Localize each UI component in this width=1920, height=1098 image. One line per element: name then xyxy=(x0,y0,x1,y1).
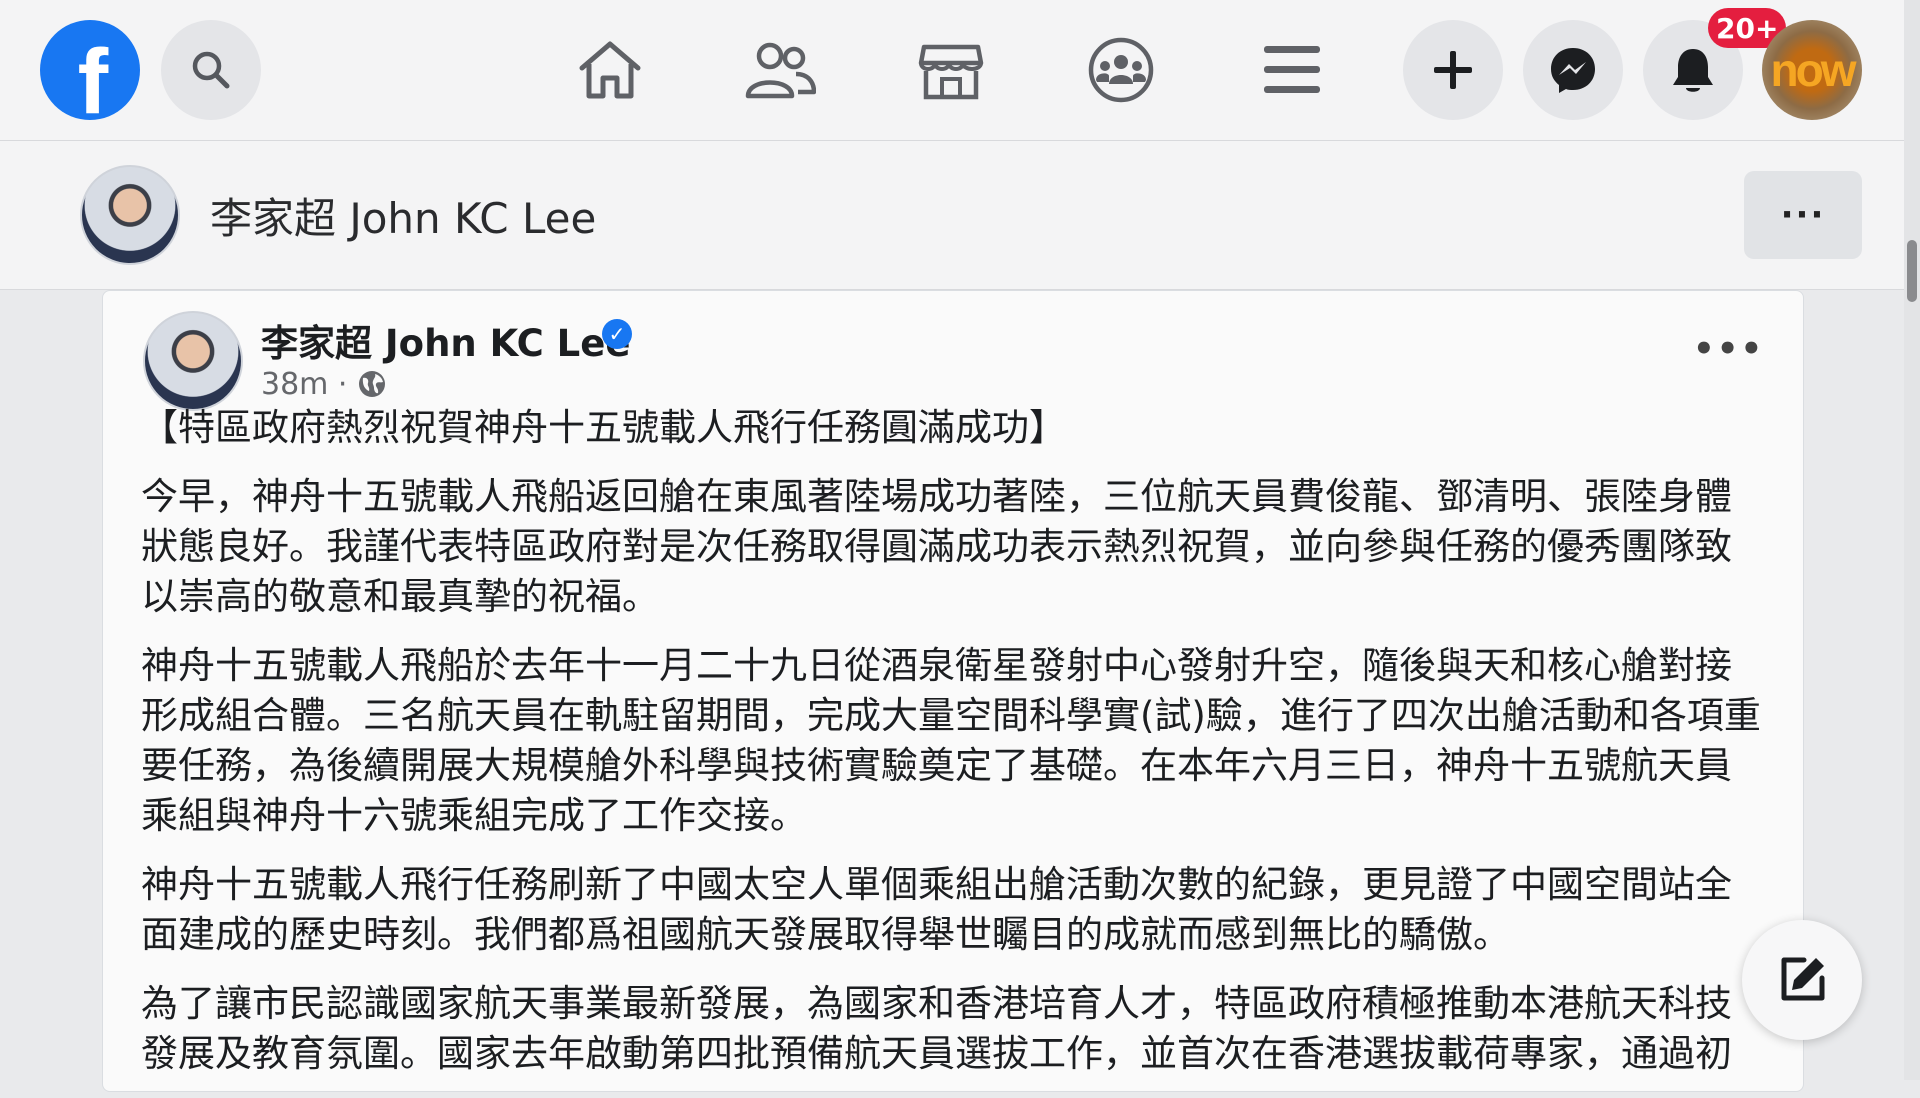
post-author-avatar[interactable] xyxy=(143,311,243,411)
post-timestamp[interactable]: 38m · xyxy=(261,367,387,402)
bell-icon xyxy=(1673,49,1713,92)
search-button[interactable] xyxy=(161,20,261,120)
search-icon xyxy=(192,51,230,89)
post-paragraph: 今早，神舟十五號載人飛船返回艙在東風著陸場成功著陸，三位航天員費俊龍、鄧清明、張… xyxy=(141,475,1732,618)
profile-avatar-text: now xyxy=(1770,44,1857,96)
post-more-button[interactable]: ••• xyxy=(1693,329,1764,369)
plus-icon xyxy=(1434,51,1472,89)
page-avatar[interactable] xyxy=(80,165,180,265)
marketplace-icon xyxy=(918,44,984,100)
menu-tab[interactable] xyxy=(1256,34,1328,106)
messenger-icon xyxy=(1551,48,1595,93)
marketplace-tab[interactable] xyxy=(915,34,987,106)
groups-icon xyxy=(1088,37,1154,103)
friends-icon xyxy=(745,42,816,99)
post-paragraph: 神舟十五號載人飛行任務刷新了中國太空人單個乘組出艙活動次數的紀錄，更見證了中國空… xyxy=(141,863,1732,956)
facebook-logo[interactable]: f xyxy=(40,20,140,128)
profile-avatar[interactable]: now xyxy=(1762,20,1862,120)
verified-badge-icon: ✓ xyxy=(602,319,632,349)
messenger-button[interactable] xyxy=(1523,20,1623,120)
post-paragraph: 神舟十五號載人飛船於去年十一月二十九日從酒泉衛星發射中心發射升空，隨後與天和核心… xyxy=(141,644,1761,837)
compose-message-button[interactable] xyxy=(1742,920,1862,1040)
globe-icon xyxy=(359,371,386,397)
top-navigation-bar: f 20+ now xyxy=(0,0,1904,141)
friends-tab[interactable] xyxy=(744,34,816,106)
post-card: 李家超 John KC Lee ✓ 38m · ••• 【特區政府熱烈祝賀神舟十… xyxy=(102,290,1804,1092)
menu-icon xyxy=(1264,46,1320,93)
post-time-text: 38m · xyxy=(261,367,358,402)
page-header: 李家超 John KC Lee ··· xyxy=(0,141,1904,290)
page-name[interactable]: 李家超 John KC Lee xyxy=(210,185,596,246)
post-body: 【特區政府熱烈祝賀神舟十五號載人飛行任務圓滿成功】 今早，神舟十五號載人飛船返回… xyxy=(141,403,1761,1098)
page-more-button[interactable]: ··· xyxy=(1744,171,1862,259)
facebook-logo-letter: f xyxy=(77,31,109,133)
scrollbar-thumb[interactable] xyxy=(1907,240,1917,302)
create-button[interactable] xyxy=(1403,20,1503,120)
compose-icon xyxy=(1781,957,1825,1001)
post-paragraph: 為了讓市民認識國家航天事業最新發展，為國家和香港培育人才，特區政府積極推動本港航… xyxy=(141,982,1732,1075)
post-author-name[interactable]: 李家超 John KC Lee xyxy=(261,313,630,367)
home-icon xyxy=(579,41,641,99)
groups-tab[interactable] xyxy=(1085,34,1157,106)
page-scrollbar[interactable] xyxy=(1904,0,1920,1080)
post-title: 【特區政府熱烈祝賀神舟十五號載人飛行任務圓滿成功】 xyxy=(141,406,1066,449)
home-tab[interactable] xyxy=(574,34,646,106)
